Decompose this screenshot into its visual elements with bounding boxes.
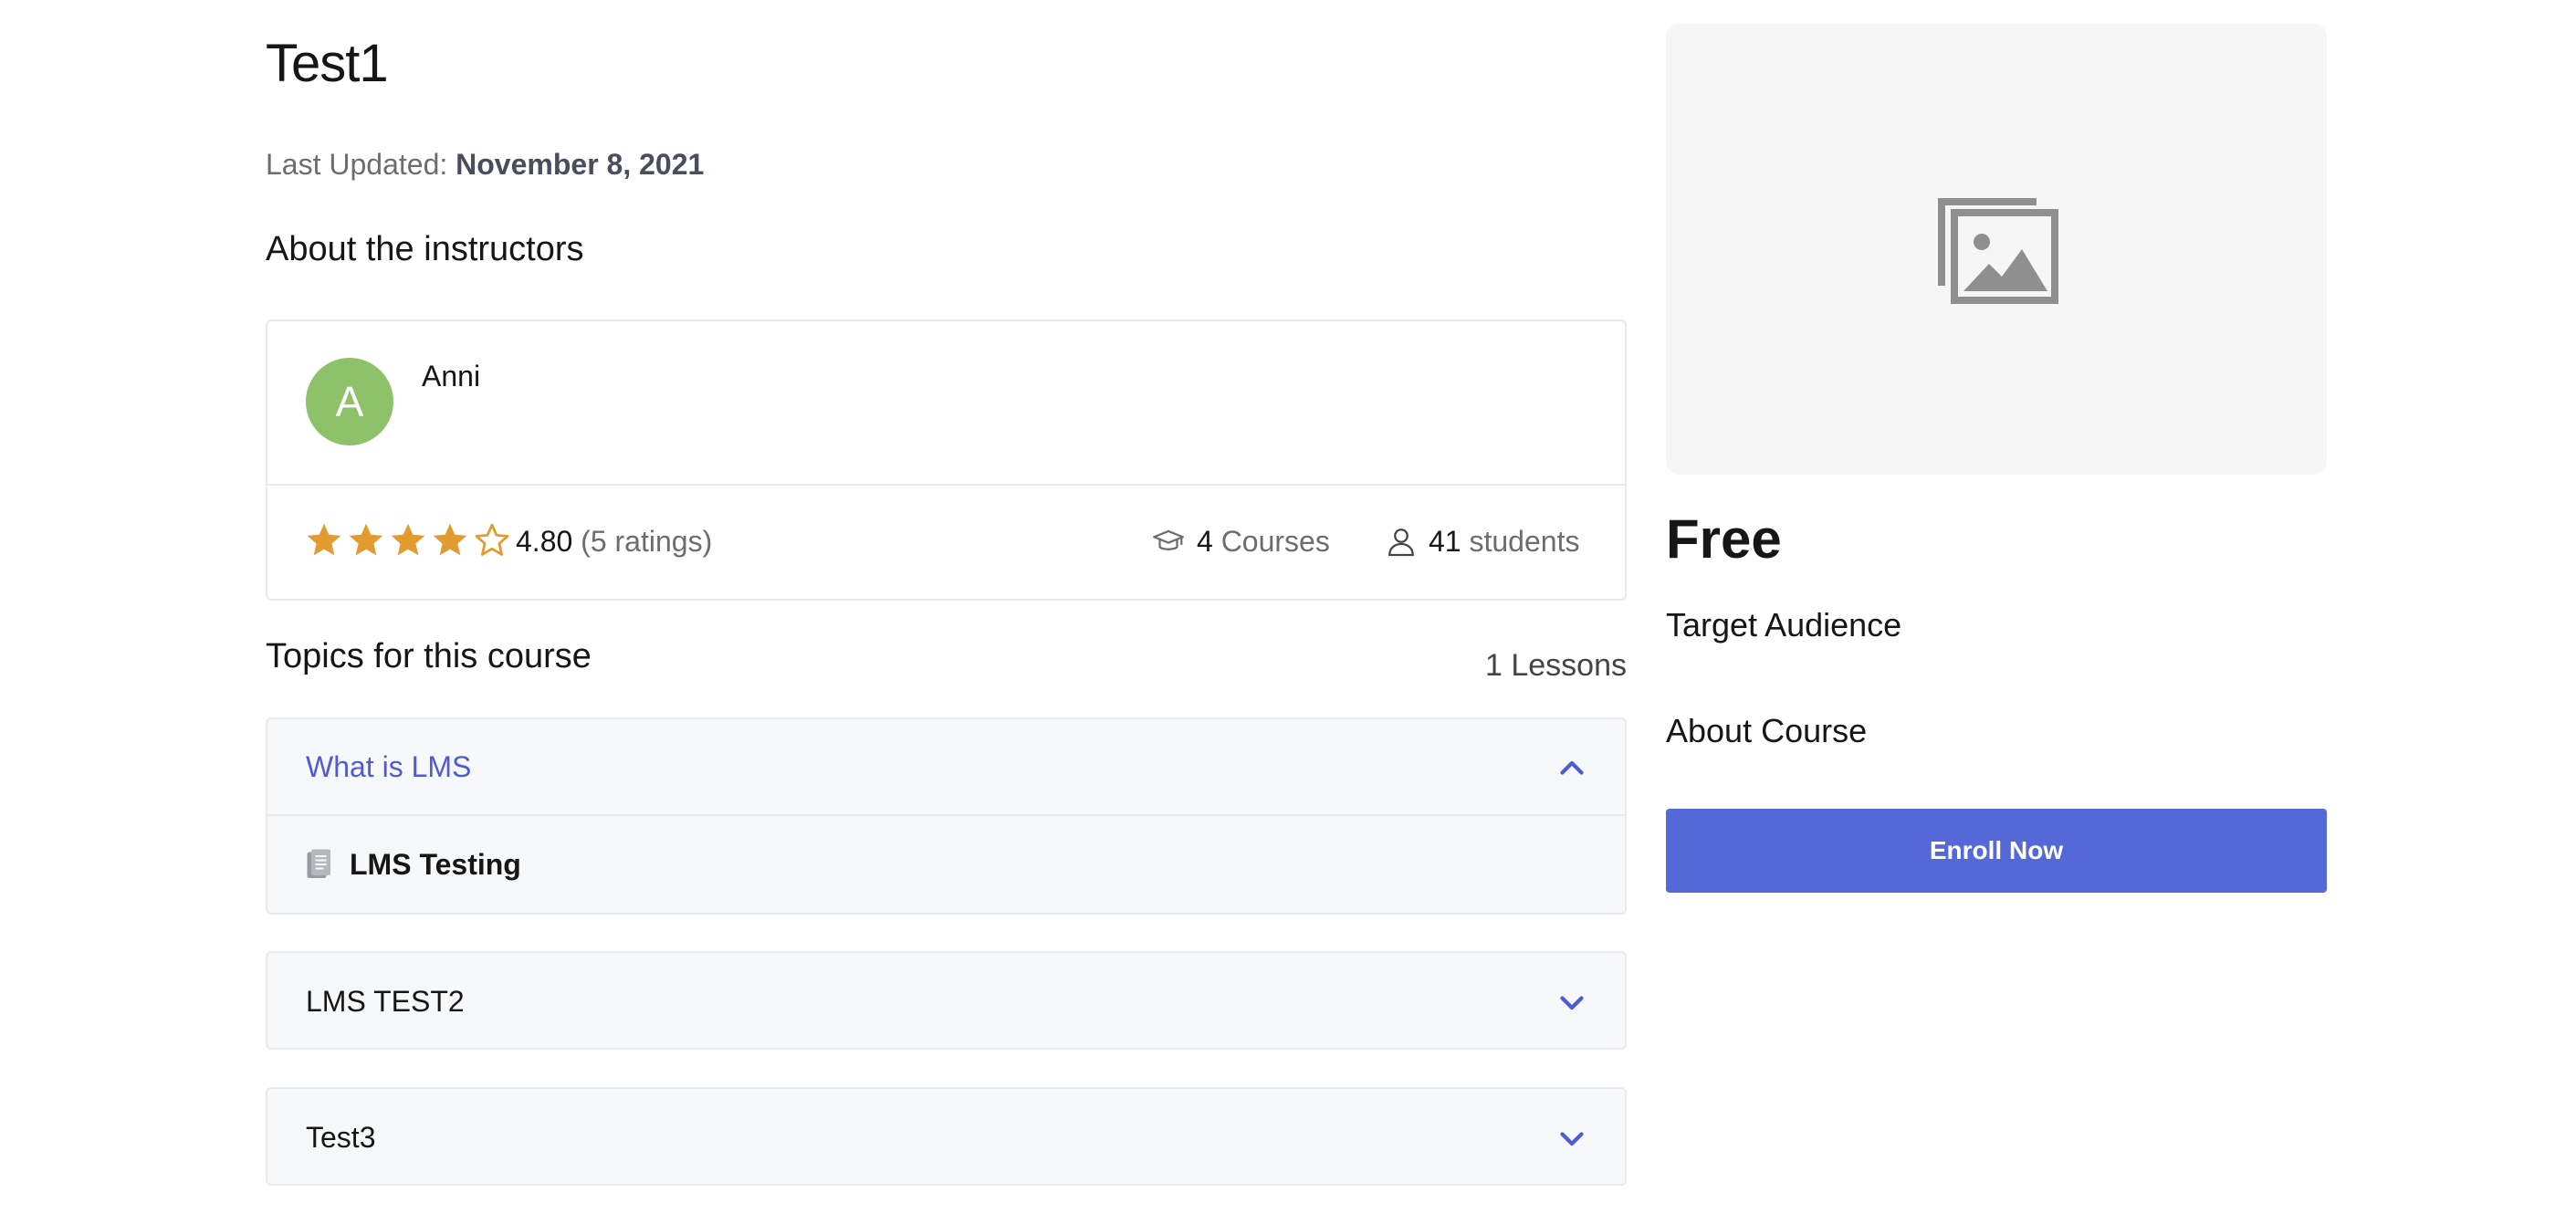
target-audience-label: Target Audience (1666, 606, 1902, 644)
course-page: Test1 Last Updated: November 8, 2021 Abo… (0, 0, 2576, 1214)
star-icon (349, 523, 383, 556)
document-icon (307, 849, 330, 878)
courses-count: 4 (1197, 524, 1213, 558)
courses-stat: 4 Courses (1151, 524, 1330, 559)
instructor-card: A Anni 4.80 (5 ratings) 4 Courses 41 stu… (266, 319, 1627, 601)
instructor-stats: 4.80 (5 ratings) 4 Courses 41 students (267, 486, 1625, 599)
topic-header[interactable]: Test3 (267, 1089, 1625, 1186)
course-thumbnail (1666, 24, 2327, 475)
star-icon (433, 523, 467, 556)
students-stat: 41 students (1385, 524, 1579, 559)
topic-accordion: Test3 (266, 1087, 1627, 1186)
topic-title: Test3 (306, 1120, 376, 1154)
topics-heading: Topics for this course (266, 637, 592, 675)
instructors-heading: About the instructors (266, 230, 584, 268)
topic-title: What is LMS (306, 749, 472, 783)
lesson-item[interactable]: LMS Testing (267, 816, 1625, 913)
star-outline-icon (475, 523, 509, 556)
topic-title: LMS TEST2 (306, 984, 465, 1018)
last-updated-date: November 8, 2021 (456, 148, 705, 181)
lessons-count: 1 Lessons (1485, 648, 1627, 683)
image-placeholder-icon (1938, 198, 2058, 304)
lesson-title: LMS Testing (350, 847, 521, 881)
rating-stars (304, 520, 512, 560)
students-label: students (1469, 524, 1580, 558)
graduation-cap-icon (1153, 529, 1184, 550)
topic-accordion: LMS TEST2 (266, 951, 1627, 1050)
about-course-label: About Course (1666, 712, 1868, 749)
topic-header[interactable]: What is LMS (267, 719, 1625, 816)
enroll-now-button[interactable]: Enroll Now (1666, 809, 2327, 893)
rating-count: (5 ratings) (581, 525, 713, 558)
rating-summary: 4.80 (5 ratings) (516, 525, 712, 559)
courses-label: Courses (1220, 524, 1330, 558)
topic-header[interactable]: LMS TEST2 (267, 953, 1625, 1050)
last-updated: Last Updated: November 8, 2021 (266, 148, 704, 182)
chevron-down-icon[interactable] (1555, 1122, 1588, 1155)
star-icon (307, 523, 341, 556)
rating-value: 4.80 (516, 525, 573, 558)
topic-accordion: What is LMS LMS Testing (266, 717, 1627, 915)
avatar[interactable]: A (306, 358, 393, 445)
instructor-name[interactable]: Anni (422, 360, 480, 393)
star-icon (391, 523, 425, 556)
price: Free (1666, 508, 1782, 570)
last-updated-label: Last Updated: (266, 148, 448, 181)
instructor-header: A Anni (267, 321, 1625, 486)
students-count: 41 (1429, 524, 1461, 558)
user-icon (1388, 529, 1414, 557)
chevron-up-icon[interactable] (1555, 752, 1588, 785)
course-title: Test1 (266, 34, 389, 93)
chevron-down-icon[interactable] (1555, 986, 1588, 1019)
